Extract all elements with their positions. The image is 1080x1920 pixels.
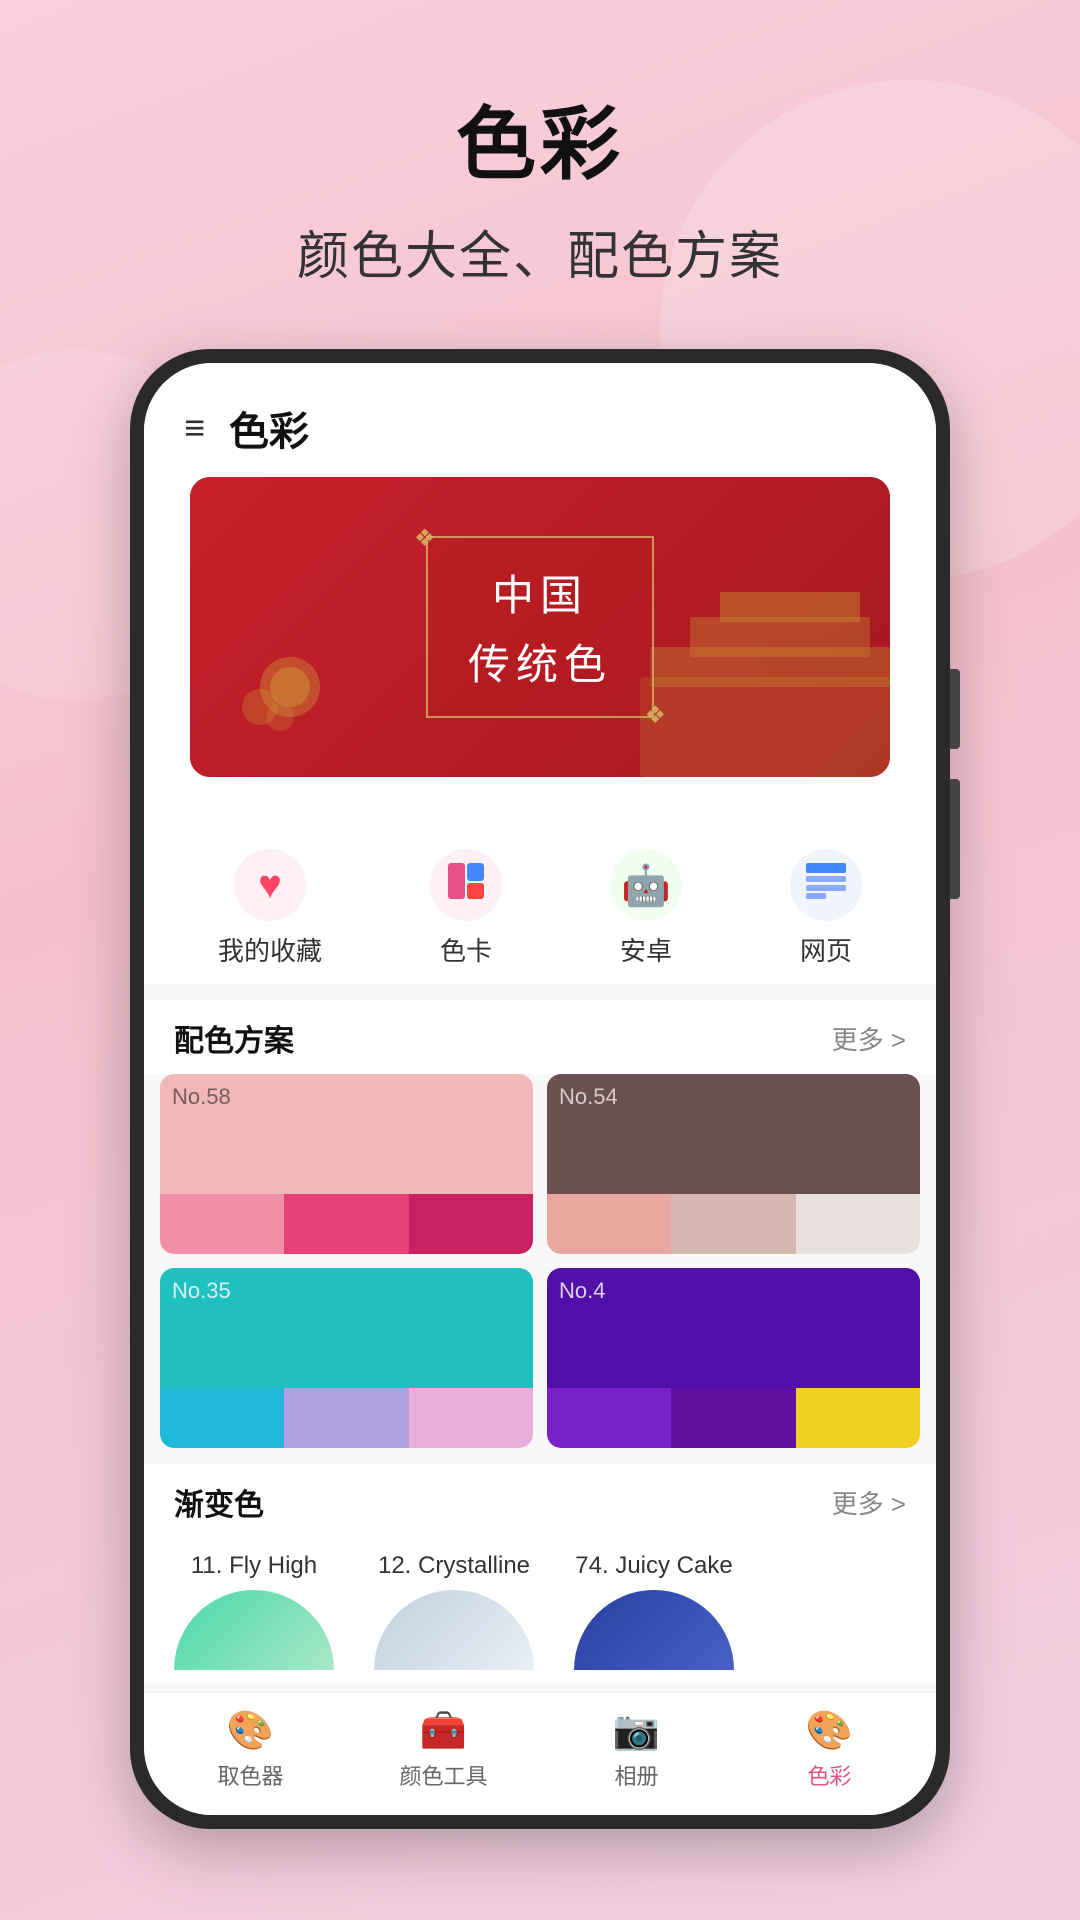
nav-color-picker-icon: 🎨 (227, 1709, 274, 1753)
palette-main-35: No.35 (160, 1268, 533, 1388)
palette-no-35: No.35 (172, 1278, 231, 1304)
nav-item-color-tools[interactable]: 🧰 颜色工具 (347, 1709, 540, 1791)
palette-swatches-4 (547, 1388, 920, 1448)
android-icon: 🤖 (621, 862, 671, 909)
gradient-section-title: 渐变色 (174, 1480, 264, 1524)
nav-color-picker-label: 取色器 (217, 1759, 283, 1791)
menu-icon[interactable]: ≡ (184, 407, 205, 449)
web-label: 网页 (800, 931, 852, 968)
banner-subtitle: 传统色 (468, 631, 612, 692)
gradient-semicircle-fly-high (174, 1590, 334, 1670)
banner-dot-2[interactable] (545, 791, 559, 805)
favorites-label: 我的收藏 (218, 931, 322, 968)
palette-card-54[interactable]: No.54 (547, 1074, 920, 1254)
app-header-title: 色彩 (229, 399, 309, 457)
gradient-section: 渐变色 更多 > 11. Fly High 12. Crystalline 74… (144, 1464, 936, 1684)
favorites-icon: ♥ (258, 863, 282, 908)
gradient-item-title-fly-high: 11. Fly High (191, 1552, 317, 1580)
phone-shell: ≡ 色彩 (130, 349, 950, 1829)
palette-section-title: 配色方案 (174, 1016, 294, 1060)
palette-card-4[interactable]: No.4 (547, 1268, 920, 1448)
bottom-nav: 🎨 取色器 🧰 颜色工具 📷 相册 🎨 色彩 (144, 1692, 936, 1815)
palette-main-54: No.54 (547, 1074, 920, 1194)
phone-screen: ≡ 色彩 (144, 363, 936, 1815)
nav-color-label: 色彩 (807, 1759, 851, 1791)
gradient-item-title-crystalline: 12. Crystalline (378, 1552, 530, 1580)
banner-firework-icon (230, 627, 350, 747)
web-icon (806, 863, 846, 908)
banner[interactable]: 中国 传统色 (190, 477, 890, 777)
gradient-item-fly-high[interactable]: 11. Fly High (164, 1552, 344, 1670)
gradient-semicircle-crystalline (374, 1590, 534, 1670)
nav-item-color[interactable]: 🎨 色彩 (733, 1709, 926, 1791)
gradient-semicircle-juicy-cake (574, 1590, 734, 1670)
palette-card-58[interactable]: No.58 (160, 1074, 533, 1254)
banner-wall-icon (640, 577, 890, 777)
palette-no-54: No.54 (559, 1084, 618, 1110)
nav-color-icon: 🎨 (806, 1709, 853, 1753)
palette-main-58: No.58 (160, 1074, 533, 1194)
nav-album-label: 相册 (614, 1759, 658, 1791)
nav-item-album[interactable]: 📷 相册 (540, 1709, 733, 1791)
nav-color-tools-icon: 🧰 (420, 1709, 467, 1753)
color-card-label: 色卡 (440, 931, 492, 968)
gradient-items: 11. Fly High 12. Crystalline 74. Juicy C… (144, 1538, 936, 1684)
banner-title: 中国 (468, 562, 612, 623)
android-label: 安卓 (620, 931, 672, 968)
palette-swatches-35 (160, 1388, 533, 1448)
page-subtitle: 颜色大全、配色方案 (297, 214, 783, 289)
palette-swatches-58 (160, 1194, 533, 1254)
nav-album-icon: 📷 (613, 1709, 660, 1753)
page-header: 色彩 颜色大全、配色方案 (297, 80, 783, 289)
icon-item-color-card[interactable]: 色卡 (430, 849, 502, 968)
palette-grid: No.58 No.54 (144, 1074, 936, 1464)
icon-grid: ♥ 我的收藏 色卡 (144, 819, 936, 984)
icon-item-favorites[interactable]: ♥ 我的收藏 (218, 849, 322, 968)
icon-item-android[interactable]: 🤖 安卓 (610, 849, 682, 968)
banner-dot-1[interactable] (521, 791, 535, 805)
banner-dots (160, 791, 920, 805)
palette-more-button[interactable]: 更多 > (832, 1020, 906, 1057)
page-title: 色彩 (297, 80, 783, 196)
app-header: ≡ 色彩 (144, 363, 936, 477)
gradient-more-button[interactable]: 更多 > (832, 1484, 906, 1521)
palette-card-35[interactable]: No.35 (160, 1268, 533, 1448)
banner-text-box: 中国 传统色 (426, 536, 654, 718)
palette-section-header: 配色方案 更多 > (144, 1000, 936, 1074)
palette-no-4: No.4 (559, 1278, 605, 1304)
gradient-section-header: 渐变色 更多 > (144, 1464, 936, 1538)
content-area[interactable]: 中国 传统色 ♥ 我的收藏 (144, 477, 936, 1692)
gradient-item-title-juicy-cake: 74. Juicy Cake (575, 1552, 732, 1580)
icon-item-web[interactable]: 网页 (790, 849, 862, 968)
gradient-item-crystalline[interactable]: 12. Crystalline (364, 1552, 544, 1670)
gradient-item-juicy-cake[interactable]: 74. Juicy Cake (564, 1552, 744, 1670)
palette-main-4: No.4 (547, 1268, 920, 1388)
nav-color-tools-label: 颜色工具 (399, 1759, 487, 1791)
palette-swatches-54 (547, 1194, 920, 1254)
nav-item-color-picker[interactable]: 🎨 取色器 (154, 1709, 347, 1791)
color-card-icon (446, 861, 486, 910)
palette-no-58: No.58 (172, 1084, 231, 1110)
